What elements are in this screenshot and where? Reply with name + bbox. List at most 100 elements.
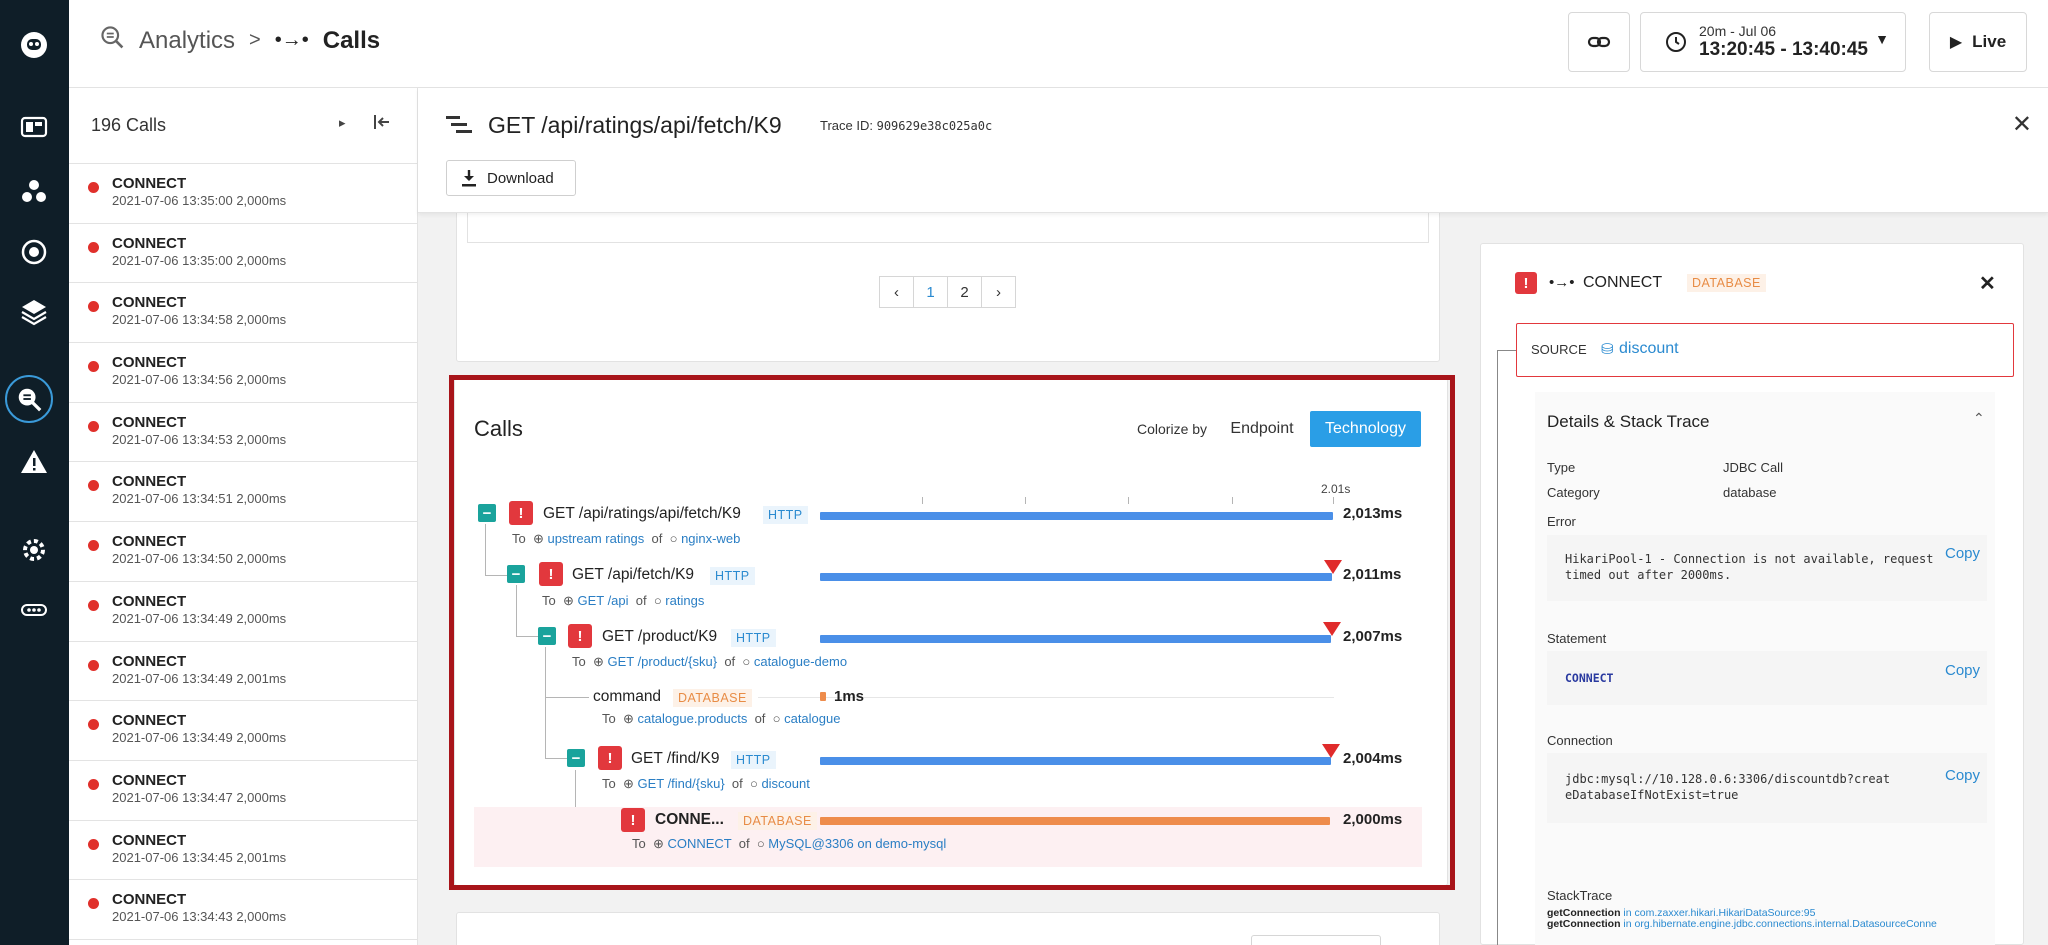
colorize-endpoint-button[interactable]: Endpoint [1216, 411, 1308, 447]
list-item[interactable]: CONNECT 2021-07-06 13:34:45 2,001ms [69, 821, 417, 881]
service-link[interactable]: ratings [665, 593, 704, 608]
copy-link-button[interactable] [1568, 12, 1630, 72]
pager-page-1[interactable]: 1 [913, 276, 948, 308]
endpoint-link[interactable]: GET /api [577, 593, 628, 608]
call-name: CONNECT [112, 533, 187, 551]
call-meta: 2021-07-06 13:34:43 2,000ms [112, 909, 287, 925]
list-item[interactable]: CONNECT 2021-07-06 13:34:53 2,000ms [69, 403, 417, 463]
settings-icon[interactable] [14, 530, 54, 570]
list-item[interactable]: CONNECT 2021-07-06 13:34:56 2,000ms [69, 343, 417, 403]
endpoint-link[interactable]: GET /find/{sku} [637, 776, 724, 791]
call-target: To ⊕ upstream ratings of ○ nginx-web [512, 531, 741, 546]
database-icon: ⛁ [1601, 341, 1614, 358]
analytics-icon[interactable] [5, 375, 53, 423]
pager-prev-button[interactable]: ‹ [879, 276, 914, 308]
trace-icon [446, 114, 474, 141]
service-link[interactable]: catalogue-demo [754, 654, 847, 669]
endpoint-link[interactable]: upstream ratings [547, 531, 644, 546]
call-meta: 2021-07-06 13:34:45 2,001ms [112, 849, 287, 865]
list-item[interactable]: CONNECT 2021-07-06 13:34:49 2,000ms [69, 701, 417, 761]
collapse-toggle[interactable]: − [538, 627, 556, 645]
call-meta: 2021-07-06 13:34:49 2,000ms [112, 730, 287, 746]
list-item[interactable]: CONNECT 2021-07-06 13:34:47 2,000ms [69, 761, 417, 821]
infrastructure-icon[interactable] [14, 292, 54, 332]
endpoint-link[interactable]: CONNECT [667, 836, 731, 851]
duration-bar[interactable] [820, 635, 1332, 643]
call-row-name[interactable]: command [593, 688, 661, 706]
pager-page-2[interactable]: 2 [947, 276, 982, 308]
collapse-toggle[interactable]: − [507, 565, 525, 583]
applications-icon[interactable] [14, 172, 54, 212]
list-item[interactable]: CONNECT 2021-07-06 13:34:58 2,000ms [69, 283, 417, 344]
alerts-icon[interactable] [14, 442, 54, 482]
call-meta: 2021-07-06 13:34:50 2,000ms [112, 551, 287, 567]
statement-value: CONNECT [1565, 671, 1614, 685]
dashboard-icon[interactable] [14, 108, 54, 148]
next-card-control[interactable] [1251, 935, 1381, 945]
endpoint-link[interactable]: catalogue.products [637, 711, 747, 726]
more-icon[interactable] [14, 590, 54, 630]
call-target: To ⊕ GET /find/{sku} of ○ discount [602, 776, 810, 791]
collapse-toggle[interactable]: − [478, 504, 496, 522]
collapse-section-icon[interactable]: ⌃ [1973, 410, 1985, 427]
call-meta: 2021-07-06 13:34:49 2,000ms [112, 610, 287, 626]
duration-bar[interactable] [820, 512, 1333, 520]
error-icon: ! [568, 624, 592, 648]
collapse-panel-icon[interactable] [372, 112, 392, 137]
collapse-toggle[interactable]: − [567, 749, 585, 767]
error-dot-icon [88, 659, 99, 671]
duration-bar[interactable] [820, 692, 826, 701]
list-item[interactable]: CONNECT 2021-07-06 13:34:49 2,000ms [69, 582, 417, 642]
list-item[interactable]: CONNECT 2021-07-06 13:34:50 2,000ms [69, 522, 417, 582]
list-item[interactable]: CONNECT 2021-07-06 13:34:51 2,000ms [69, 462, 417, 523]
list-item[interactable]: CONNECT 2021-07-06 13:34:49 2,001ms [69, 642, 417, 702]
axis-tick [1333, 497, 1334, 504]
pager-next-button[interactable]: › [981, 276, 1016, 308]
list-item[interactable]: CONNECT 2021-07-06 13:35:00 2,000ms [69, 164, 417, 224]
call-row-name[interactable]: GET /api/fetch/K9 [572, 566, 694, 584]
source-box[interactable]: SOURCE ⛁ discount [1516, 323, 2014, 377]
nav-rail [0, 0, 69, 945]
download-button[interactable]: Download [446, 160, 576, 196]
to-label: To [602, 776, 616, 791]
call-row-name[interactable]: GET /find/K9 [631, 750, 719, 768]
error-dot-icon [88, 540, 99, 552]
of-label: of [651, 531, 663, 546]
call-row-name[interactable]: CONNE... [655, 811, 724, 829]
service-link[interactable]: discount [761, 776, 809, 791]
error-label: Error [1547, 514, 1576, 529]
copy-connection-button[interactable]: Copy [1945, 767, 1980, 784]
close-trace-icon[interactable]: ✕ [2012, 110, 2032, 139]
call-row-name[interactable]: GET /product/K9 [602, 628, 717, 646]
service-link[interactable]: catalogue [784, 711, 840, 726]
source-value-link[interactable]: discount [1619, 340, 1679, 358]
copy-error-button[interactable]: Copy [1945, 545, 1980, 562]
websites-icon[interactable] [14, 232, 54, 272]
type-value: JDBC Call [1723, 460, 1783, 475]
list-item[interactable]: CONNECT 2021-07-06 13:35:00 2,000ms [69, 224, 417, 284]
selected-call-row[interactable] [474, 807, 1422, 867]
copy-statement-button[interactable]: Copy [1945, 662, 1980, 679]
call-row-name[interactable]: GET /api/ratings/api/fetch/K9 [543, 505, 741, 523]
logo-icon[interactable] [13, 24, 55, 66]
time-range-picker[interactable]: 20m - Jul 06 13:20:45 - 13:40:45 ▼ [1640, 12, 1906, 72]
service-link[interactable]: MySQL@3306 on demo-mysql [768, 836, 946, 851]
error-dot-icon [88, 898, 99, 910]
chevron-right-icon[interactable]: ▸ [339, 115, 346, 131]
detail-connector-line [1497, 350, 1516, 351]
live-button[interactable]: ▶ Live [1929, 12, 2027, 72]
endpoint-link[interactable]: GET /product/{sku} [607, 654, 717, 669]
duration-bar[interactable] [820, 573, 1333, 581]
breadcrumb-analytics-link[interactable]: Analytics [139, 27, 235, 55]
colorize-technology-button[interactable]: Technology [1310, 411, 1421, 447]
call-name: CONNECT [112, 592, 187, 610]
error-dot-icon [88, 778, 99, 790]
stack-frame[interactable]: getConnection in org.hibernate.engine.jd… [1547, 919, 1987, 930]
close-detail-icon[interactable]: ✕ [1979, 271, 1996, 296]
service-link[interactable]: nginx-web [681, 531, 740, 546]
trace-id: Trace ID: 909629e38c025a0c [820, 118, 992, 133]
duration-bar[interactable] [820, 757, 1331, 765]
duration-bar[interactable] [820, 817, 1330, 825]
list-item[interactable]: CONNECT 2021-07-06 13:34:43 2,000ms [69, 880, 417, 940]
to-label: To [542, 593, 556, 608]
